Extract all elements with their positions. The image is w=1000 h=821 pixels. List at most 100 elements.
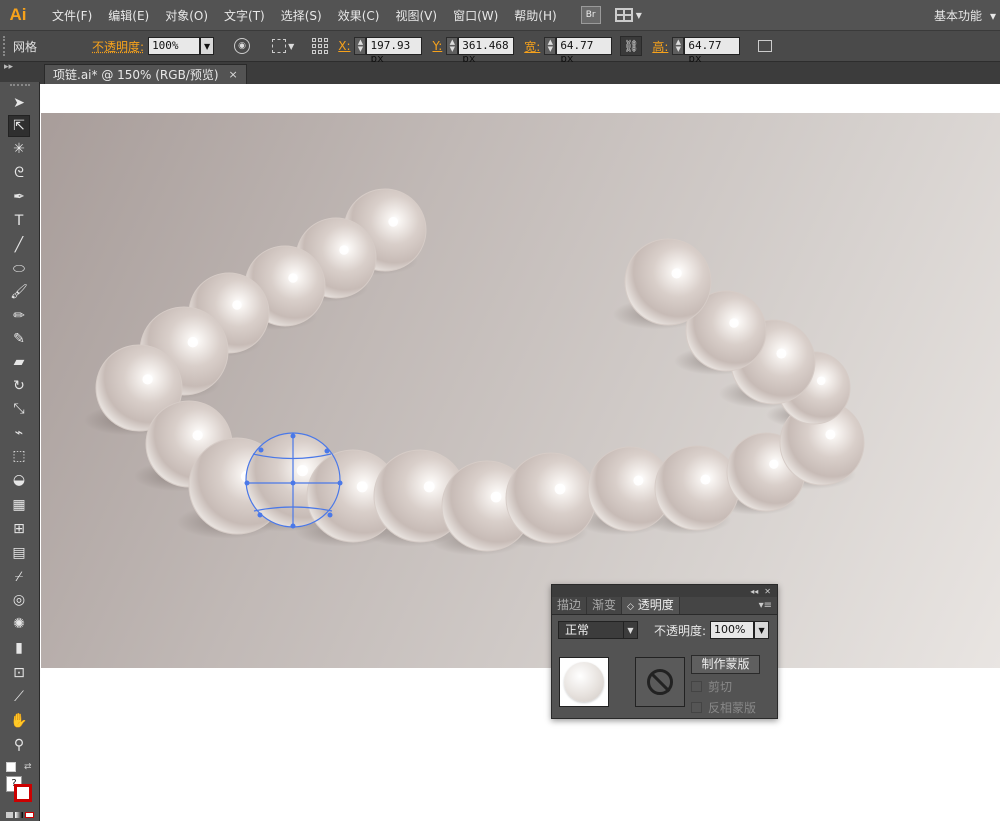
menu-effect[interactable]: 效果(C) (330, 7, 388, 24)
height-input[interactable]: 64.77 px (684, 37, 741, 65)
arrange-grid-icon (614, 8, 633, 22)
recolor-icon[interactable]: ◉ (234, 38, 251, 54)
height-label: 高: (652, 39, 669, 54)
pearl[interactable] (654, 445, 740, 531)
type-tool-icon[interactable]: T (8, 210, 30, 232)
swap-colors-icon[interactable]: ⇄ (24, 762, 32, 772)
arrange-documents-button[interactable]: ▼ (614, 6, 647, 24)
height-stepper[interactable]: ▲ ▼ (672, 37, 685, 55)
fill-stroke-swatches[interactable]: ⇄ ? (6, 762, 34, 821)
menu-window[interactable]: 窗口(W) (445, 7, 506, 24)
pearl-highlight (288, 273, 298, 283)
artboard[interactable] (41, 113, 1000, 668)
line-tool-icon[interactable]: ╱ (8, 234, 30, 256)
checkbox-icon (691, 702, 702, 713)
tab-stroke[interactable]: 描边 (552, 597, 588, 614)
opacity-input[interactable]: 100% (148, 37, 201, 55)
canvas-area[interactable] (41, 84, 1000, 821)
grip-handle[interactable] (3, 36, 9, 56)
chevron-down-icon[interactable]: ▼ (623, 621, 638, 639)
pearl[interactable] (624, 238, 712, 326)
opacity-dropdown[interactable]: ▼ (200, 37, 215, 55)
menu-edit[interactable]: 编辑(E) (100, 7, 157, 24)
pencil-tool-icon[interactable]: ✏ (8, 305, 30, 327)
panel-opacity-input[interactable]: 100% (710, 621, 755, 639)
main-menu: 文件(F) 编辑(E) 对象(O) 文字(T) 选择(S) 效果(C) 视图(V… (44, 7, 565, 24)
reference-point-icon[interactable] (272, 39, 287, 53)
menu-file[interactable]: 文件(F) (44, 7, 100, 24)
opacity-label[interactable]: 不透明度: (92, 38, 144, 55)
blob-brush-tool-icon[interactable]: ✎ (8, 328, 30, 350)
tab-transparency-label: 透明度 (637, 598, 674, 612)
pearl-highlight (554, 483, 566, 495)
y-stepper[interactable]: ▲ ▼ (446, 37, 459, 55)
shape-builder-tool-icon[interactable]: ◒ (8, 469, 30, 491)
blend-mode-select[interactable]: 正常 (558, 621, 624, 639)
selection-tool-icon[interactable]: ➤ (8, 92, 30, 114)
reference-point-grid-icon[interactable] (312, 38, 329, 54)
lasso-tool-icon[interactable]: ᘓ (8, 162, 30, 184)
blend-tool-icon[interactable]: ◎ (8, 589, 30, 611)
width-stepper[interactable]: ▲ ▼ (544, 37, 557, 55)
direct-selection-tool-icon[interactable]: ⇱ (8, 115, 30, 137)
zoom-tool-icon[interactable]: ⚲ (8, 734, 30, 756)
free-transform-tool-icon[interactable]: ⬚ (8, 445, 30, 467)
artboard-tool-icon[interactable]: ⊡ (8, 662, 30, 684)
pearl-highlight (816, 376, 826, 386)
bridge-button[interactable]: Br (580, 6, 601, 24)
transform-icon[interactable] (758, 40, 773, 52)
scale-tool-icon[interactable]: ⤡ (8, 398, 30, 420)
close-icon[interactable]: × (229, 68, 238, 81)
toolbar-header[interactable]: ▸▸ (0, 62, 40, 82)
tab-gradient[interactable]: 渐变 (587, 597, 623, 614)
grip-handle[interactable] (10, 84, 30, 88)
gradient-tool-icon[interactable]: ▤ (8, 542, 30, 564)
tab-transparency[interactable]: ◇ 透明度 (622, 597, 680, 614)
menu-help[interactable]: 帮助(H) (506, 7, 564, 24)
x-input[interactable]: 197.93 px (366, 37, 423, 65)
pen-tool-icon[interactable]: ✒ (8, 186, 30, 208)
close-panel-icon[interactable]: ✕ (764, 587, 771, 596)
symbol-sprayer-tool-icon[interactable]: ✺ (8, 613, 30, 635)
document-tab[interactable]: 项链.ai* @ 150% (RGB/预览) × (44, 64, 247, 84)
no-mask-icon (647, 669, 673, 695)
mask-thumbnail[interactable] (635, 657, 685, 707)
eyedropper-tool-icon[interactable]: ⌿ (8, 566, 30, 588)
make-mask-button[interactable]: 制作蒙版 (691, 655, 760, 674)
constrain-proportions-icon[interactable]: ⛓ (620, 36, 643, 56)
x-stepper[interactable]: ▲ ▼ (354, 37, 367, 55)
perspective-grid-tool-icon[interactable]: ▦ (8, 494, 30, 516)
collapse-panel-icon[interactable]: ◂◂ (750, 587, 758, 596)
necklace-artwork (83, 188, 865, 556)
pearl-highlight (769, 459, 779, 469)
default-colors-icon[interactable] (6, 762, 16, 772)
menu-view[interactable]: 视图(V) (387, 7, 445, 24)
object-thumbnail[interactable] (559, 657, 609, 707)
color-mode-buttons[interactable] (6, 812, 34, 818)
ellipse-tool-icon[interactable]: ⬭ (8, 258, 30, 280)
slice-tool-icon[interactable]: ⟋ (8, 686, 30, 708)
menu-object[interactable]: 对象(O) (157, 7, 216, 24)
eraser-tool-icon[interactable]: ▰ (8, 351, 30, 373)
y-input[interactable]: 361.468 px (458, 37, 515, 65)
menu-select[interactable]: 选择(S) (273, 7, 330, 24)
mesh-tool-icon[interactable]: ⊞ (8, 518, 30, 540)
menu-type[interactable]: 文字(T) (216, 7, 273, 24)
pearl-highlight (388, 216, 399, 227)
hand-tool-icon[interactable]: ✋ (8, 710, 30, 732)
pearl[interactable] (505, 452, 597, 544)
paintbrush-tool-icon[interactable]: 🖌 (8, 281, 30, 303)
stroke-swatch[interactable] (14, 784, 32, 802)
panel-opacity-dropdown[interactable]: ▼ (754, 621, 770, 639)
column-graph-tool-icon[interactable]: ▮ (8, 637, 30, 659)
clip-checkbox[interactable]: 剪切 (691, 678, 760, 695)
magic-wand-tool-icon[interactable]: ✳ (8, 138, 30, 160)
warp-tool-icon[interactable]: ⌁ (8, 422, 30, 444)
workspace-switcher[interactable]: 基本功能 ▾ (934, 0, 996, 31)
rotate-tool-icon[interactable]: ↻ (8, 375, 30, 397)
width-input[interactable]: 64.77 px (556, 37, 613, 65)
invert-mask-checkbox[interactable]: 反相蒙版 (691, 699, 760, 716)
panel-menu-icon[interactable]: ▾≡ (759, 600, 777, 611)
panel-options-toggle-icon: ◇ (627, 602, 634, 612)
panel-header[interactable]: ◂◂ ✕ (552, 585, 777, 597)
